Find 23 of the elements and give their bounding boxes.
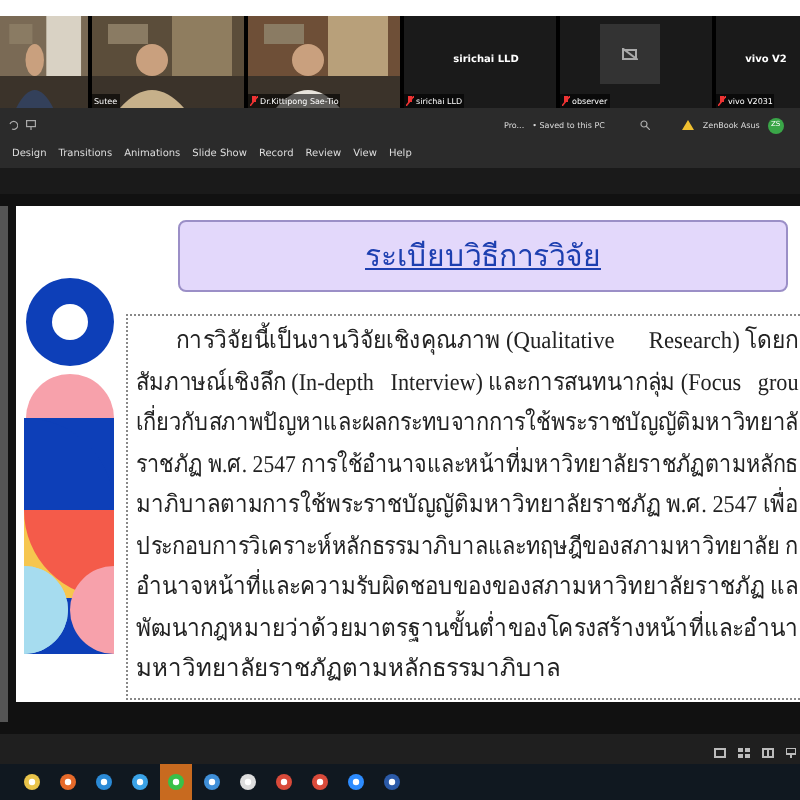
browser-icon [276,774,292,790]
slideshow-icon[interactable] [786,747,796,757]
store-icon [240,774,256,790]
mail-icon [204,774,220,790]
warning-icon [682,120,695,130]
browser-icon [96,774,112,790]
present-icon[interactable] [26,120,36,130]
slide-paragraph: การวิจัยนี้เป็นงานวิจัยเชิงคุณภาพ (Qualitative Research) โดยก สัมภาษณ์เชิงลึก (In-depth Interview) และการสนทนากลุ่ม (Focus grou เกี่ยวกับสภาพปัญหาและผลกระทบจากการใช้พระราชบัญญัติมหาวิทยาลั ราชภัฏ พ.ศ. 2547 การใช้อำนาจและหน้าที่มหาวิทยาลัยราชภัฏตามหลักธ มาภิบาลตามการใช้พระราชบัญญัติมหาวิทยาลัยราชภัฏ พ.ศ. 2547 เพื่อ ประกอบการวิเคราะห์หลักธรรมาภิบาลและทฤษฎีของสภามหาวิทยาลัย ก อำนาจหน้าที่และความรับผิดชอบของของสภามหาวิทยาลัยราชภัฏ แล พัฒนากฎหมายว่าด้วยมาตรฐานขั้นต่ำของโครงสร้างหน้าที่และอำนา มหาวิทยาลัยราชภัฏตามหลักธรรมาภิบาล [126,314,800,699]
browser-icon [312,774,328,790]
camera-off-icon [622,48,638,60]
document-icon [384,774,400,790]
search-icon[interactable] [640,120,651,130]
browser-icon [132,774,148,790]
slide-sorter-icon[interactable] [738,747,750,757]
reading-view-icon[interactable] [762,747,774,757]
folder-icon [24,774,40,790]
normal-view-icon[interactable] [714,747,726,757]
participant-tile[interactable] [0,16,88,108]
browser-icon [60,774,76,790]
video-call-icon [348,774,364,790]
chat-icon [168,774,184,790]
slide-title: ระเบียบวิธีการวิจัย [365,235,601,278]
undo-icon[interactable] [8,120,18,130]
